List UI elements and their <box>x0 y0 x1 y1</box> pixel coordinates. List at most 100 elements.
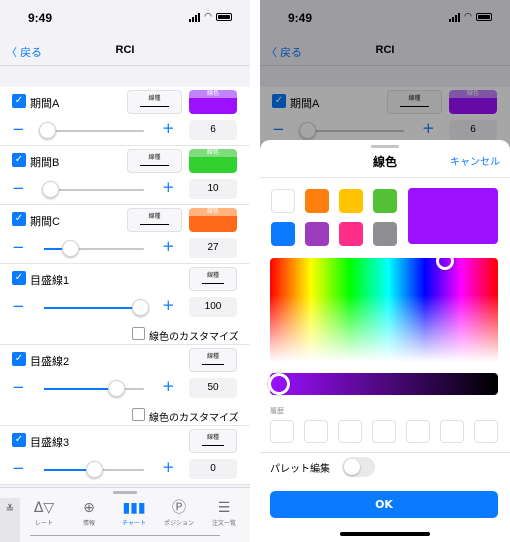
color-swatch[interactable] <box>271 189 295 213</box>
line-color-button[interactable]: 線色 <box>189 90 237 114</box>
increment-button[interactable]: + <box>162 180 175 195</box>
history-slot[interactable] <box>338 420 362 443</box>
value-field[interactable]: 6 <box>189 120 237 140</box>
increment-button[interactable]: + <box>162 121 175 136</box>
sheet-grabber[interactable] <box>371 145 399 148</box>
line-color-caption: 線色 <box>189 149 237 157</box>
line-color-swatch <box>189 157 237 173</box>
item-label: 目盛線1 <box>30 275 70 287</box>
line-type-button[interactable]: 線種 <box>189 348 237 372</box>
history-slot[interactable] <box>440 420 464 443</box>
list-item: ✓ 目盛線3 線種 <box>0 426 250 455</box>
decrement-button[interactable]: − <box>12 299 25 314</box>
item-label: 目盛線2 <box>30 356 70 368</box>
tab-position-icon: Ⓟ <box>172 500 186 516</box>
history-slot[interactable] <box>406 420 430 443</box>
list-item: ✓ 目盛線2 線種 <box>0 345 250 374</box>
slider-knob[interactable] <box>86 461 103 478</box>
value-slider[interactable] <box>44 299 149 316</box>
decrement-button[interactable]: − <box>12 122 25 137</box>
line-type-caption: 線種 <box>148 154 161 161</box>
checkbox[interactable]: ✓ <box>12 153 26 167</box>
brightness-knob[interactable] <box>268 373 290 395</box>
slider-knob[interactable] <box>132 299 149 316</box>
line-type-button[interactable]: 線種 <box>127 149 182 173</box>
history-slot[interactable] <box>474 420 498 443</box>
line-color-swatch <box>189 98 237 114</box>
cancel-button[interactable]: キャンセル <box>450 153 500 168</box>
checkbox[interactable]: ✓ <box>12 352 26 366</box>
slider-fill <box>44 388 116 390</box>
page-title: RCI <box>115 44 135 56</box>
color-swatch[interactable] <box>339 222 363 246</box>
decrement-button[interactable]: − <box>12 461 25 476</box>
right-screen: 9:49 ◠ 〈 戻る RCI ✓ 期間A 線種 線色 − + 6 線色 キャン… <box>260 0 510 542</box>
color-swatch[interactable] <box>373 222 397 246</box>
collapse-icon[interactable]: ≚ <box>0 498 20 542</box>
decrement-button[interactable]: − <box>12 181 25 196</box>
color-swatch[interactable] <box>271 222 295 246</box>
tab-rate-label: レート <box>34 520 53 527</box>
increment-button[interactable]: + <box>162 298 175 313</box>
color-swatch[interactable] <box>305 222 329 246</box>
slider-knob[interactable] <box>39 122 56 139</box>
line-color-button[interactable]: 線色 <box>189 149 237 173</box>
slider-knob[interactable] <box>62 240 79 257</box>
value-field[interactable]: 0 <box>189 459 237 479</box>
line-sample <box>202 445 224 446</box>
custom-color-checkbox[interactable] <box>132 408 145 421</box>
custom-color-checkbox[interactable] <box>132 327 145 340</box>
line-type-button[interactable]: 線種 <box>189 267 237 291</box>
increment-button[interactable]: + <box>162 460 175 475</box>
value-field[interactable]: 50 <box>189 378 237 398</box>
value-slider[interactable] <box>44 461 144 478</box>
checkbox[interactable]: ✓ <box>12 433 26 447</box>
value-field[interactable]: 100 <box>189 297 237 317</box>
checkbox[interactable]: ✓ <box>12 271 26 285</box>
tab-position[interactable]: Ⓟ ポジション <box>157 500 201 527</box>
tab-orders-label: 注文一覧 <box>211 520 236 527</box>
line-type-button[interactable]: 線種 <box>189 429 237 453</box>
divider <box>260 177 510 178</box>
status-time: 9:49 <box>28 11 53 25</box>
checkbox[interactable]: ✓ <box>12 212 26 226</box>
tab-rate-icon: Δ▽ <box>33 500 55 516</box>
spectrum-knob[interactable] <box>436 258 454 270</box>
increment-button[interactable]: + <box>162 379 175 394</box>
palette-edit-label: パレット編集 <box>270 464 330 475</box>
line-type-button[interactable]: 線種 <box>127 208 182 232</box>
value-slider[interactable] <box>39 122 144 139</box>
ok-button[interactable]: OK <box>270 491 498 518</box>
line-color-button[interactable]: 線色 <box>189 208 237 232</box>
history-slot[interactable] <box>304 420 328 443</box>
value-field[interactable]: 10 <box>189 179 237 199</box>
palette-edit-toggle[interactable] <box>342 457 375 477</box>
value-slider[interactable] <box>42 181 144 198</box>
value-slider[interactable] <box>44 380 144 397</box>
divider <box>260 452 510 453</box>
tab-rate[interactable]: Δ▽ レート <box>22 500 66 527</box>
history-slot[interactable] <box>270 420 294 443</box>
line-type-button[interactable]: 線種 <box>127 90 182 114</box>
tab-chart[interactable]: ▮▮▮ チャート <box>112 500 156 527</box>
value-field[interactable]: 27 <box>189 238 237 258</box>
checkbox[interactable]: ✓ <box>12 94 26 108</box>
tab-orders[interactable]: ☰ 注文一覧 <box>202 500 246 527</box>
slider-fill <box>44 307 140 309</box>
slider-knob[interactable] <box>42 181 59 198</box>
increment-button[interactable]: + <box>162 239 175 254</box>
value-slider[interactable] <box>44 240 144 257</box>
color-swatch[interactable] <box>373 189 397 213</box>
color-spectrum-picker[interactable] <box>270 258 498 362</box>
line-type-caption: 線種 <box>148 95 161 102</box>
color-swatch[interactable] <box>305 189 329 213</box>
tab-info[interactable]: ⊕ 情報 <box>67 500 111 527</box>
left-screen: 9:49 ◠ 〈 戻る RCI ✓ 期間A 線種 線色 − +6 ✓ 期間B 線種 線色 − +10 ✓… <box>0 0 250 542</box>
history-slot[interactable] <box>372 420 396 443</box>
color-swatch[interactable] <box>339 189 363 213</box>
brightness-slider[interactable] <box>268 373 498 395</box>
drag-handle[interactable] <box>113 491 137 494</box>
decrement-button[interactable]: − <box>12 380 25 395</box>
decrement-button[interactable]: − <box>12 240 25 255</box>
slider-knob[interactable] <box>108 380 125 397</box>
